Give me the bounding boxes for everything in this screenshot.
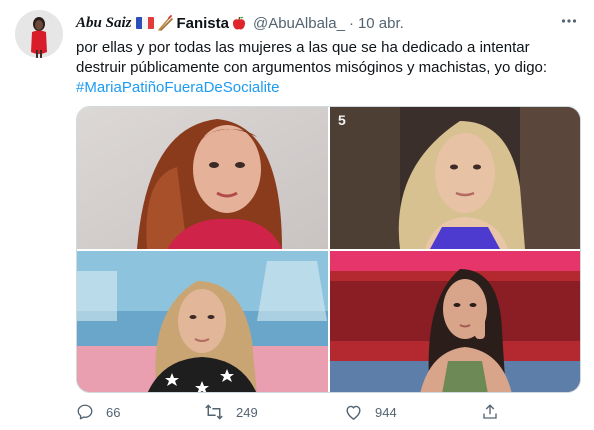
tweet-text-line-1: por ellas y por todas las mujeres a las … [76, 39, 530, 56]
media-photo-2[interactable]: 5 [330, 107, 580, 249]
share-icon [481, 403, 499, 421]
hashtag-link[interactable]: #MariaPatiñoFueraDeSocialite [76, 78, 581, 98]
chopsticks-icon [157, 15, 174, 31]
user-handle[interactable]: @AbuAlbala_ [253, 15, 345, 32]
share-button[interactable] [481, 403, 499, 421]
tweet[interactable]: Abu Saiz Fanista @AbuAlbala_ · 10 abr. p… [0, 0, 594, 430]
tweet-text-line-2: destruir públicamente con argumentos mis… [76, 59, 548, 76]
tweet-date[interactable]: 10 abr. [358, 15, 404, 32]
heart-icon [344, 403, 363, 421]
tweet-header: Abu Saiz Fanista @AbuAlbala_ · 10 abr. [76, 12, 404, 34]
retweet-button[interactable]: 249 [204, 403, 258, 421]
media-photo-1[interactable] [77, 107, 328, 249]
media-grid: 5 [76, 106, 581, 393]
retweet-icon [204, 403, 224, 421]
media-photo-4[interactable] [330, 251, 580, 392]
display-name[interactable]: Abu Saiz [76, 15, 131, 32]
red-apple-icon [231, 15, 247, 31]
france-flag-icon [136, 17, 155, 29]
fan-label: Fanista [176, 14, 229, 32]
retweet-count: 249 [236, 404, 258, 420]
like-button[interactable]: 944 [344, 403, 397, 421]
media-photo-3[interactable] [77, 251, 328, 392]
separator: · [348, 14, 354, 32]
tweet-actions: 66 249 944 [76, 400, 506, 424]
reply-icon [76, 403, 94, 421]
more-icon[interactable] [558, 10, 580, 32]
reply-count: 66 [106, 404, 121, 420]
avatar[interactable] [15, 10, 63, 58]
like-count: 944 [375, 404, 397, 420]
channel-watermark: 5 [338, 112, 346, 128]
reply-button[interactable]: 66 [76, 403, 120, 421]
tweet-text: por ellas y por todas las mujeres a las … [76, 38, 581, 98]
